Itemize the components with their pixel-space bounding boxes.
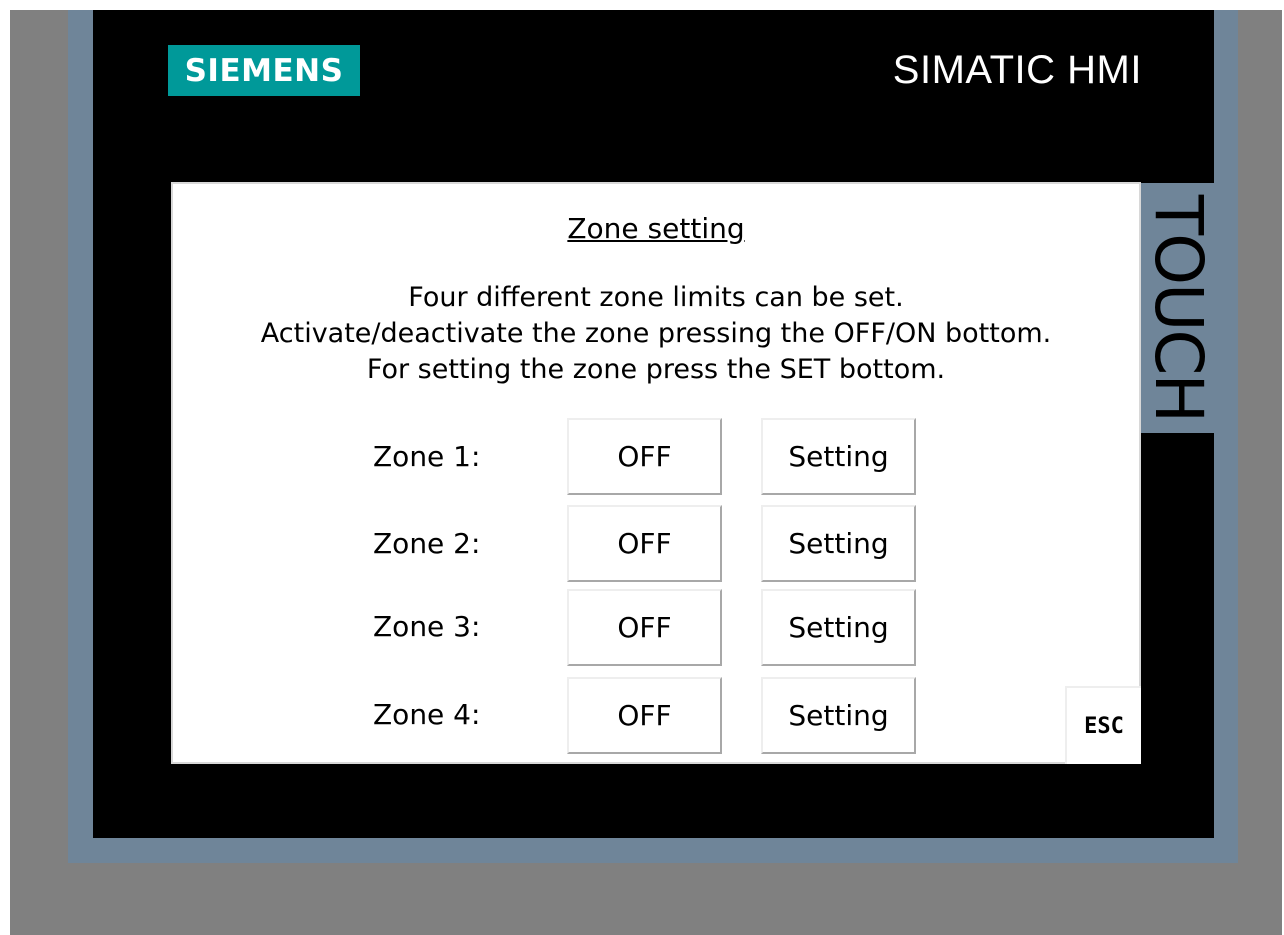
zone-2-setting-button[interactable]: Setting — [761, 505, 916, 582]
product-label: SIMATIC HMI — [892, 48, 1142, 92]
esc-button[interactable]: ESC — [1065, 686, 1141, 764]
hmi-screen: Zone setting Four different zone limits … — [171, 182, 1141, 764]
zone-3-toggle-button[interactable]: OFF — [567, 589, 722, 666]
zone-1-label: Zone 1: — [373, 440, 481, 473]
zone-3-label: Zone 3: — [373, 610, 481, 643]
siemens-logo: SIEMENS — [168, 45, 360, 96]
zone-2-label: Zone 2: — [373, 527, 481, 560]
zone-1-setting-button[interactable]: Setting — [761, 418, 916, 495]
zone-1-toggle-button[interactable]: OFF — [567, 418, 722, 495]
zone-2-toggle-button[interactable]: OFF — [567, 505, 722, 582]
zone-4-toggle-button[interactable]: OFF — [567, 677, 722, 754]
description-line: Activate/deactivate the zone pressing th… — [260, 318, 1052, 349]
zone-4-setting-button[interactable]: Setting — [761, 677, 916, 754]
page-title: Zone setting — [567, 212, 745, 245]
touch-label: TOUCH — [1140, 194, 1217, 422]
description-line: For setting the zone press the SET botto… — [366, 354, 946, 385]
zone-3-setting-button[interactable]: Setting — [761, 589, 916, 666]
description: Four different zone limits can be set. A… — [173, 280, 1139, 388]
description-line: Four different zone limits can be set. — [408, 282, 904, 313]
zone-4-label: Zone 4: — [373, 698, 481, 731]
